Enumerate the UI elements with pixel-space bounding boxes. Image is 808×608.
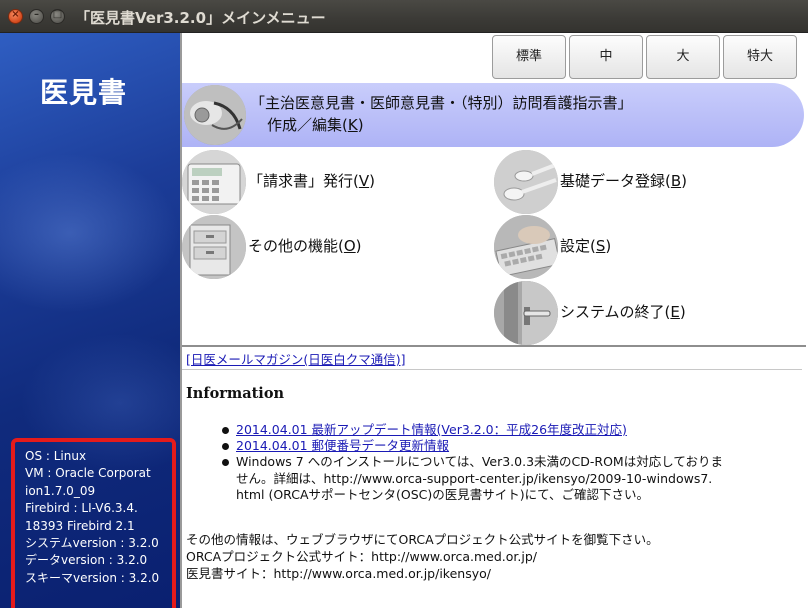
exit-system-label: システムの終了(E) — [560, 303, 686, 321]
window-title: 「医見書Ver3.2.0」メインメニュー — [75, 9, 326, 27]
banner-title: 「主治医意見書・医師意見書・（特別）訪問看護指示書」 — [250, 94, 633, 112]
footer-line: その他の情報は、ウェブブラウザにてORCAプロジェクト公式サイトを御覧下さい。 — [186, 532, 659, 547]
notice-line: html (ORCAサポートセンタ(OSC)の医見書サイト)にて、ご確認下さい。 — [236, 486, 650, 502]
system-info-line: システムversion : 3.2.0 — [25, 536, 159, 551]
notice-line: Windows 7 へのインストールについては、Ver3.0.3未満のCD-RO… — [236, 454, 723, 470]
basic-data-registration-button[interactable]: 基礎データ登録(B) — [494, 150, 794, 214]
settings-label: 設定(S) — [560, 237, 612, 255]
system-info-line: スキーマversion : 3.2.0 — [25, 570, 160, 585]
close-window-button[interactable]: × — [8, 9, 23, 24]
size-large-button[interactable]: 大 — [646, 35, 720, 79]
information-list: 2014.04.01 最新アップデート情報(Ver3.2.0：平成26年度改正対… — [222, 422, 782, 503]
information-panel: [日医メールマガジン(日医白クマ通信)] Information 2014.04… — [182, 347, 804, 608]
mail-magazine-link[interactable]: [日医メールマガジン(日医白クマ通信)] — [186, 349, 406, 368]
size-medium-button[interactable]: 中 — [569, 35, 643, 79]
banner-subtitle: 作成／編集(K) — [267, 116, 364, 134]
system-info-line: VM : Oracle Corporat — [25, 466, 151, 481]
list-item: 2014.04.01 最新アップデート情報(Ver3.2.0：平成26年度改正対… — [222, 422, 782, 438]
system-info-line: 18393 Firebird 2.1 — [25, 518, 135, 533]
app-logo: 医見書 — [40, 76, 128, 109]
divider — [182, 369, 802, 370]
create-edit-documents-button[interactable]: 「主治医意見書・医師意見書・（特別）訪問看護指示書」 作成／編集(K) — [182, 83, 804, 147]
background-sheen — [0, 153, 180, 313]
footer-line: 医見書サイト：http://www.orca.med.or.jp/ikensyo… — [186, 566, 491, 581]
maximize-window-button[interactable]: □ — [50, 9, 65, 24]
exit-system-button[interactable]: システムの終了(E) — [494, 281, 794, 345]
keyboard-icon — [494, 215, 558, 279]
list-item: 2014.04.01 郵便番号データ更新情報 — [222, 438, 782, 454]
other-functions-button[interactable]: その他の機能(O) — [182, 215, 482, 279]
other-functions-label: その他の機能(O) — [248, 237, 362, 255]
main-menu-area: 標準 中 大 特大 「主治医意見書・医師意見書・（特別）訪問看護指示書」 作成／… — [180, 33, 808, 608]
system-info-line: ion1.7.0_09 — [25, 483, 96, 498]
postal-code-update-link[interactable]: 2014.04.01 郵便番号データ更新情報 — [236, 438, 449, 453]
close-icon: × — [11, 9, 20, 20]
calculator-icon — [182, 150, 246, 214]
bullet-icon — [222, 443, 229, 451]
spoons-icon — [494, 150, 558, 214]
list-item: Windows 7 へのインストールについては、Ver3.0.3未満のCD-RO… — [222, 454, 782, 503]
notice-line: せん。詳細は、http://www.orca-support-center.jp… — [236, 470, 713, 486]
title-bar[interactable]: × – □ 「医見書Ver3.2.0」メインメニュー — [0, 0, 808, 33]
update-info-link[interactable]: 2014.04.01 最新アップデート情報(Ver3.2.0：平成26年度改正対… — [236, 422, 627, 437]
bullet-icon — [222, 427, 229, 434]
system-info-line: OS : Linux — [25, 449, 87, 463]
minimize-window-button[interactable]: – — [29, 9, 44, 24]
size-standard-button[interactable]: 標準 — [492, 35, 566, 79]
maximize-icon: □ — [52, 9, 63, 20]
system-info-line: データversion : 3.2.0 — [25, 553, 148, 568]
system-info-box: OS : Linux VM : Oracle Corporat ion1.7.0… — [11, 438, 176, 608]
footer-line: ORCAプロジェクト公式サイト：http://www.orca.med.or.j… — [186, 549, 537, 564]
bullet-icon — [222, 459, 229, 467]
basic-data-registration-label: 基礎データ登録(B) — [560, 172, 688, 190]
size-xlarge-button[interactable]: 特大 — [723, 35, 797, 79]
information-heading: Information — [186, 385, 285, 402]
sidebar: 医見書 OS : Linux VM : Oracle Corporat ion1… — [0, 33, 180, 608]
minimize-icon: – — [34, 9, 39, 20]
stethoscope-icon — [184, 85, 246, 145]
issue-invoice-button[interactable]: 「請求書」発行(V) — [182, 150, 482, 214]
issue-invoice-label: 「請求書」発行(V) — [248, 172, 375, 190]
door-handle-icon — [494, 281, 558, 345]
footer-info: その他の情報は、ウェブブラウザにてORCAプロジェクト公式サイトを御覧下さい。 … — [186, 531, 659, 582]
file-cabinet-icon — [182, 215, 246, 279]
settings-button[interactable]: 設定(S) — [494, 215, 794, 279]
system-info-line: Firebird : LI-V6.3.4. — [25, 501, 138, 516]
